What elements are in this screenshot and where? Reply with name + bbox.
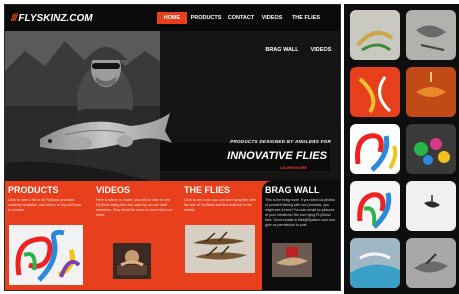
gallery-tile[interactable] [406, 10, 456, 60]
flies-thumbnail[interactable] [185, 225, 255, 273]
nav-the-flies[interactable]: THE FLIES [289, 12, 323, 24]
gallery-tile[interactable] [406, 124, 456, 174]
hero-title: INNOVATIVE FLIES [227, 150, 327, 162]
feature-panels: PRODUCTS Click to view a list of all Fly… [5, 181, 340, 290]
nav-videos[interactable]: VIDEOS [259, 12, 285, 24]
logo-slashes-icon: /// [11, 12, 17, 24]
gallery-tile[interactable] [350, 67, 400, 117]
hero-section: PRODUCTS DESIGNED BY ANGLERS FOR INNOVAT… [5, 31, 340, 181]
gallery-tile[interactable] [350, 124, 400, 174]
products-thumbnail[interactable] [9, 225, 83, 285]
gallery-tile[interactable] [406, 181, 456, 231]
panel-blurb: Here is where to watch, you will be able… [96, 198, 173, 217]
gallery-tile[interactable] [406, 238, 456, 288]
panel-videos[interactable]: VIDEOS Here is where to watch, you will … [93, 181, 177, 290]
learn-more-link[interactable]: LEARN MORE [167, 165, 307, 170]
logo-text: FLYSKINZ.COM [18, 12, 93, 24]
panel-title: THE FLIES [184, 185, 231, 195]
gallery-tile[interactable] [406, 67, 456, 117]
gallery-tile[interactable] [350, 10, 400, 60]
nav-products[interactable]: PRODUCTS [189, 12, 223, 24]
panel-blurb: Click to view a list of all FlySkinz pro… [8, 198, 82, 212]
gallery-sidebar [344, 4, 459, 294]
website-mockup: /// FLYSKINZ.COM HOME PRODUCTS CONTACT V… [4, 4, 341, 291]
gallery-tile[interactable] [350, 181, 400, 231]
panel-title: VIDEOS [96, 185, 131, 195]
gallery-tile[interactable] [350, 238, 400, 288]
nav-brag-wall[interactable]: BRAG WALL [265, 44, 299, 56]
panel-products[interactable]: PRODUCTS Click to view a list of all Fly… [5, 181, 89, 290]
brag-thumbnail[interactable] [272, 243, 312, 277]
panel-blurb: Click to see a pic you can start tying f… [184, 198, 257, 212]
panel-brag-wall[interactable]: BRAG WALL This is the brag room. If you … [262, 181, 340, 290]
panel-blurb: This is the brag room. If you send us ph… [265, 198, 335, 227]
videos-thumbnail[interactable] [113, 243, 151, 279]
nav-contact[interactable]: CONTACT [226, 12, 256, 24]
panel-title: BRAG WALL [265, 185, 320, 195]
site-header: /// FLYSKINZ.COM HOME PRODUCTS CONTACT V… [5, 5, 340, 31]
nav-home[interactable]: HOME [157, 12, 187, 24]
panel-the-flies[interactable]: THE FLIES Click to see a pic you can sta… [181, 181, 261, 290]
panel-title: PRODUCTS [8, 185, 59, 195]
nav-videos-secondary[interactable]: VIDEOS [308, 44, 334, 56]
site-logo[interactable]: /// FLYSKINZ.COM [11, 12, 93, 24]
